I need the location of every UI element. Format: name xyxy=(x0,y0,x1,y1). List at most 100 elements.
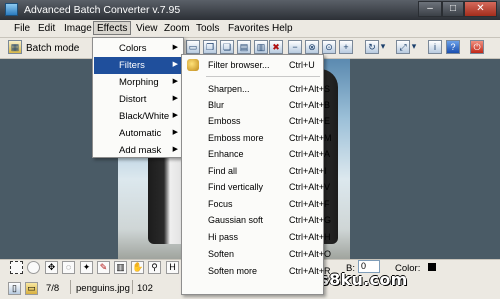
menu-effects[interactable]: Effects xyxy=(93,21,132,35)
paste-icon[interactable]: ❏ xyxy=(220,40,234,54)
magic-wand-icon[interactable]: ✦ xyxy=(80,261,93,274)
menu-item-shortcut: Ctrl+Alt+V xyxy=(289,182,331,192)
more-tools-icon[interactable]: H xyxy=(166,261,179,274)
page-copy-icon[interactable]: ▥ xyxy=(254,40,268,54)
menu-file[interactable]: File xyxy=(14,23,30,34)
open-folder-status-icon[interactable]: ▭ xyxy=(25,282,38,295)
pencil-icon[interactable]: ✎ xyxy=(97,261,110,274)
menu-item-label: Gaussian soft xyxy=(208,215,264,225)
menu-bar: File Edit Image Effects View Zoom Tools … xyxy=(0,20,500,38)
filter-sharpen-item[interactable]: Sharpen... Ctrl+Alt+S xyxy=(183,81,330,97)
filter-blur-item[interactable]: Blur Ctrl+Alt+B xyxy=(183,97,330,113)
page-icon[interactable]: ▤ xyxy=(237,40,251,54)
ellipse-select-icon[interactable] xyxy=(27,261,40,274)
zoom-tool-icon[interactable]: ⚲ xyxy=(148,261,161,274)
batch-mode-button[interactable]: Batch mode xyxy=(26,43,79,54)
menu-item-label: Emboss more xyxy=(208,133,264,143)
filter-emboss-item[interactable]: Emboss Ctrl+Alt+E xyxy=(183,113,330,129)
lasso-icon[interactable]: ✥ xyxy=(45,261,58,274)
menu-item-label: Focus xyxy=(208,199,233,209)
effects-item-distort[interactable]: Distort ▶ xyxy=(94,91,182,108)
menu-item-label: Emboss xyxy=(208,116,241,126)
open-folder-icon[interactable]: ▭ xyxy=(186,40,200,54)
filter-emboss-more-item[interactable]: Emboss more Ctrl+Alt+M xyxy=(183,130,332,146)
filter-focus-item[interactable]: Focus Ctrl+Alt+F xyxy=(183,196,330,212)
fullscreen-icon[interactable]: ⤢ xyxy=(396,40,410,54)
info-icon[interactable]: i xyxy=(428,40,442,54)
filter-browser-item[interactable]: Filter browser... Ctrl+U xyxy=(183,57,322,73)
effects-menu: Colors ▶ Filters ▶ Morphing ▶ Distort ▶ … xyxy=(92,37,184,158)
menu-image[interactable]: Image xyxy=(64,23,92,34)
menu-item-label: Hi pass xyxy=(208,232,239,242)
filter-soften-more-item[interactable]: Soften more Ctrl+Alt+R xyxy=(183,263,331,279)
batch-mode-icon[interactable]: ▦ xyxy=(8,40,22,54)
rect-select-icon[interactable] xyxy=(10,261,23,274)
exit-icon[interactable]: ⏻ xyxy=(470,40,484,54)
zoom-cancel-icon[interactable]: ⊗ xyxy=(305,40,319,54)
menu-favorites[interactable]: Favorites xyxy=(228,23,269,34)
menu-help[interactable]: Help xyxy=(272,23,293,34)
submenu-arrow-icon: ▶ xyxy=(172,61,178,68)
effects-item-automatic[interactable]: Automatic ▶ xyxy=(94,125,182,142)
submenu-arrow-icon: ▶ xyxy=(172,146,178,153)
menu-item-label: Blur xyxy=(208,100,225,110)
menu-item-shortcut: Ctrl+U xyxy=(289,60,315,70)
menu-item-shortcut: Ctrl+Alt+A xyxy=(289,149,331,159)
filter-soften-item[interactable]: Soften Ctrl+Alt+O xyxy=(183,246,331,262)
effects-item-filters[interactable]: Filters ▶ xyxy=(94,57,182,74)
effects-item-add-mask[interactable]: Add mask ▶ xyxy=(94,142,182,159)
zoom-out-icon[interactable]: − xyxy=(288,40,302,54)
menu-item-shortcut: Ctrl+Alt+G xyxy=(289,215,332,225)
menu-item-label: Filter browser... xyxy=(208,60,270,70)
menu-zoom[interactable]: Zoom xyxy=(164,23,190,34)
menu-separator xyxy=(206,76,320,77)
effects-item-black-white[interactable]: Black/White ▶ xyxy=(94,108,182,125)
new-file-icon[interactable]: ▯ xyxy=(8,282,21,295)
menu-item-label: Distort xyxy=(119,94,147,105)
effects-item-colors[interactable]: Colors ▶ xyxy=(94,40,182,57)
zoom-in-icon[interactable]: + xyxy=(339,40,353,54)
rotate-dropdown-icon[interactable]: ▾ xyxy=(379,40,387,54)
maximize-button[interactable]: □ xyxy=(442,1,464,17)
color-swatch[interactable] xyxy=(428,263,436,271)
zoom-fit-icon[interactable]: ⊙ xyxy=(322,40,336,54)
bucket-icon[interactable]: ▥ xyxy=(114,261,127,274)
menu-item-label: Colors xyxy=(119,43,147,54)
status-divider xyxy=(132,280,133,294)
minimize-button[interactable]: – xyxy=(418,1,442,17)
filter-browser-icon xyxy=(187,59,199,71)
filter-find-vertically-item[interactable]: Find vertically Ctrl+Alt+V xyxy=(183,179,330,195)
menu-item-label: Sharpen... xyxy=(208,84,250,94)
menu-item-shortcut: Ctrl+Alt+M xyxy=(289,133,332,143)
fullscreen-dropdown-icon[interactable]: ▾ xyxy=(410,40,418,54)
effects-item-morphing[interactable]: Morphing ▶ xyxy=(94,74,182,91)
menu-item-shortcut: Ctrl+Alt+S xyxy=(289,84,331,94)
help-icon[interactable]: ? xyxy=(446,40,460,54)
menu-item-shortcut: Ctrl+Alt+H xyxy=(289,232,331,242)
current-filename: penguins.jpg xyxy=(76,283,130,294)
menu-item-label: Enhance xyxy=(208,149,244,159)
filter-gaussian-soft-item[interactable]: Gaussian soft Ctrl+Alt+G xyxy=(183,212,331,228)
delete-icon[interactable]: ✖ xyxy=(269,40,283,54)
title-bar: Advanced Batch Converter v.7.95 – □ ✕ xyxy=(0,0,500,20)
menu-item-label: Add mask xyxy=(119,145,162,156)
menu-item-label: Morphing xyxy=(119,77,159,88)
submenu-arrow-icon: ▶ xyxy=(172,95,178,102)
hand-icon[interactable]: ✋ xyxy=(131,261,144,274)
menu-item-label: Automatic xyxy=(119,128,162,139)
menu-item-label: Find vertically xyxy=(208,182,264,192)
menu-view[interactable]: View xyxy=(136,23,158,34)
rotate-icon[interactable]: ↻ xyxy=(365,40,379,54)
copy-icon[interactable]: ❐ xyxy=(203,40,217,54)
free-lasso-icon[interactable]: ◌ xyxy=(62,261,75,274)
close-button[interactable]: ✕ xyxy=(464,1,497,17)
submenu-arrow-icon: ▶ xyxy=(172,112,178,119)
menu-tools[interactable]: Tools xyxy=(196,23,219,34)
menu-item-label: Soften more xyxy=(208,266,258,276)
submenu-arrow-icon: ▶ xyxy=(172,129,178,136)
filter-find-all-item[interactable]: Find all Ctrl+Alt+I xyxy=(183,163,327,179)
menu-edit[interactable]: Edit xyxy=(38,23,55,34)
filter-hi-pass-item[interactable]: Hi pass Ctrl+Alt+H xyxy=(183,229,331,245)
filter-enhance-item[interactable]: Enhance Ctrl+Alt+A xyxy=(183,146,330,162)
menu-item-label: Soften xyxy=(208,249,235,259)
